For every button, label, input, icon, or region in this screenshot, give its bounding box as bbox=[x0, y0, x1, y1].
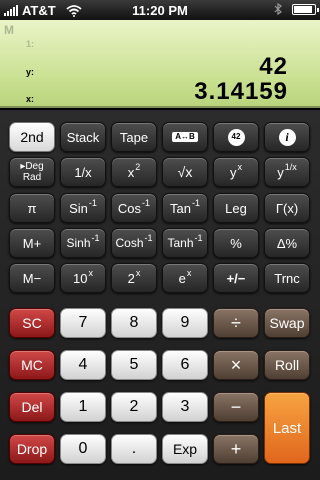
deg-label: ▸Deg bbox=[20, 161, 44, 172]
about-button[interactable]: 42 bbox=[213, 122, 259, 152]
roll-button[interactable]: Roll bbox=[264, 350, 310, 380]
power-of-ten-button[interactable]: 10 x bbox=[60, 263, 106, 293]
square-root-button[interactable]: √x bbox=[162, 157, 208, 187]
bluetooth-icon bbox=[274, 3, 282, 15]
power-button[interactable]: yx bbox=[213, 157, 259, 187]
delete-button[interactable]: Del bbox=[9, 392, 55, 422]
plus-button[interactable]: + bbox=[213, 434, 259, 464]
last-button[interactable]: Last bbox=[264, 392, 310, 464]
arcsin-button[interactable]: Sin -1 bbox=[60, 193, 106, 223]
digit-6-button[interactable]: 6 bbox=[162, 350, 208, 380]
memory-indicator: M bbox=[4, 23, 14, 37]
battery-icon bbox=[292, 3, 319, 15]
memory-minus-button[interactable]: M− bbox=[9, 263, 55, 293]
arctan-button[interactable]: Tan -1 bbox=[162, 193, 208, 223]
ab-badge: A↔B bbox=[172, 132, 198, 142]
tape-button[interactable]: Tape bbox=[111, 122, 157, 152]
digit-0-button[interactable]: 0 bbox=[60, 434, 106, 464]
drop-button[interactable]: Drop bbox=[9, 434, 55, 464]
register-x-label: x: bbox=[26, 94, 35, 104]
power-of-two-button[interactable]: 2x bbox=[111, 263, 157, 293]
exponential-button[interactable]: ex bbox=[162, 263, 208, 293]
deg-rad-button[interactable]: ▸Deg Rad bbox=[9, 157, 55, 187]
arccosh-button[interactable]: Cosh -1 bbox=[111, 228, 157, 258]
status-bar: AT&T 11:20 PM bbox=[0, 0, 320, 20]
arcsinh-button[interactable]: Sinh -1 bbox=[60, 228, 106, 258]
plus-minus-button[interactable]: +/− bbox=[213, 263, 259, 293]
rad-label: Rad bbox=[22, 172, 42, 183]
register-x-value: 3.14159 bbox=[194, 78, 288, 105]
memory-clear-button[interactable]: MC bbox=[9, 350, 55, 380]
about-badge-icon: 42 bbox=[227, 128, 245, 146]
digit-7-button[interactable]: 7 bbox=[60, 308, 106, 338]
log-button[interactable]: Leg bbox=[213, 193, 259, 223]
swap-ab-button[interactable]: A↔B bbox=[162, 122, 208, 152]
register-y-label: y: bbox=[26, 67, 35, 77]
stack-button[interactable]: Stack bbox=[60, 122, 106, 152]
memory-plus-button[interactable]: M+ bbox=[9, 228, 55, 258]
square-button[interactable]: x2 bbox=[111, 157, 157, 187]
arctanh-button[interactable]: Tanh -1 bbox=[162, 228, 208, 258]
second-function-button[interactable]: 2nd bbox=[9, 122, 55, 152]
register-1-label: 1: bbox=[26, 39, 35, 49]
delta-percent-button[interactable]: Δ% bbox=[264, 228, 310, 258]
multiply-button[interactable]: × bbox=[213, 350, 259, 380]
pi-button[interactable]: π bbox=[9, 193, 55, 223]
status-right bbox=[274, 3, 319, 15]
digit-1-button[interactable]: 1 bbox=[60, 392, 106, 422]
arccos-button[interactable]: Cos -1 bbox=[111, 193, 157, 223]
register-y-value: 42 bbox=[259, 53, 288, 80]
reciprocal-button[interactable]: 1/x bbox=[60, 157, 106, 187]
gamma-button[interactable]: Γ(x) bbox=[264, 193, 310, 223]
truncate-button[interactable]: Trnc bbox=[264, 263, 310, 293]
info-button[interactable]: i bbox=[264, 122, 310, 152]
swap-button[interactable]: Swap bbox=[264, 308, 310, 338]
exponent-entry-button[interactable]: Exp bbox=[162, 434, 208, 464]
digit-9-button[interactable]: 9 bbox=[162, 308, 208, 338]
calculator-display: M 1: y: 42 x: 3.14159 bbox=[0, 20, 320, 108]
digit-3-button[interactable]: 3 bbox=[162, 392, 208, 422]
status-time: 11:20 PM bbox=[132, 3, 188, 18]
decimal-point-button[interactable]: . bbox=[111, 434, 157, 464]
root-button[interactable]: y 1/x bbox=[264, 157, 310, 187]
sc-button[interactable]: SC bbox=[9, 308, 55, 338]
minus-button[interactable]: − bbox=[213, 392, 259, 422]
digit-8-button[interactable]: 8 bbox=[111, 308, 157, 338]
info-icon: i bbox=[278, 128, 296, 146]
divide-button[interactable]: ÷ bbox=[213, 308, 259, 338]
percent-button[interactable]: % bbox=[213, 228, 259, 258]
digit-2-button[interactable]: 2 bbox=[111, 392, 157, 422]
digit-4-button[interactable]: 4 bbox=[60, 350, 106, 380]
digit-5-button[interactable]: 5 bbox=[111, 350, 157, 380]
keypad: 2nd Stack Tape A↔B 42 i ▸Deg Rad 1/x x2 … bbox=[0, 110, 320, 480]
